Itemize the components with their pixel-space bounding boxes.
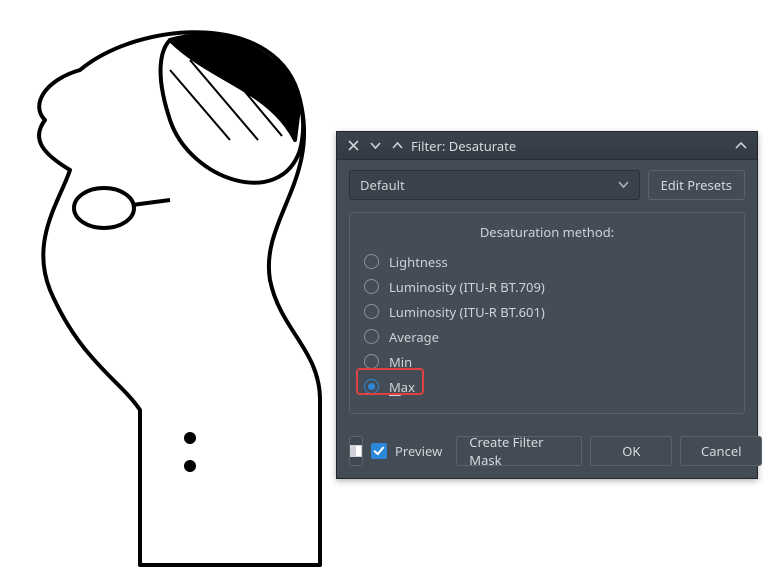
desaturation-group: Desaturation method: Lightness Luminosit…: [349, 212, 745, 414]
radio-icon: [364, 304, 379, 319]
preview-checkbox[interactable]: Preview: [371, 436, 448, 466]
checkbox-icon: [371, 443, 387, 459]
radio-label: Max: [389, 378, 415, 396]
radio-lightness[interactable]: Lightness: [360, 249, 734, 274]
preview-label: Preview: [395, 442, 442, 460]
radio-max[interactable]: Max: [360, 374, 734, 399]
dialog-body: Default Edit Presets Desaturation method…: [337, 160, 757, 436]
group-title: Desaturation method:: [360, 221, 734, 249]
radio-min[interactable]: Min: [360, 349, 734, 374]
split-icon: [350, 445, 362, 457]
dialog-title: Filter: Desaturate: [411, 137, 727, 155]
radio-luminosity-709[interactable]: Luminosity (ITU-R BT.709): [360, 274, 734, 299]
cancel-button[interactable]: Cancel: [680, 436, 762, 466]
edit-presets-button[interactable]: Edit Presets: [648, 170, 745, 200]
create-filter-mask-button[interactable]: Create Filter Mask: [456, 436, 582, 466]
radio-label: Luminosity (ITU-R BT.709): [389, 278, 545, 296]
filter-dialog: Filter: Desaturate Default Edit Presets …: [336, 131, 758, 479]
radio-label: Min: [389, 353, 412, 371]
close-icon[interactable]: [345, 138, 361, 154]
chevron-down-icon[interactable]: [367, 138, 383, 154]
dialog-titlebar[interactable]: Filter: Desaturate: [337, 132, 757, 160]
split-view-toggle[interactable]: [349, 436, 363, 466]
dialog-button-row: Preview Create Filter Mask OK Cancel: [337, 436, 757, 478]
radio-icon: [364, 329, 379, 344]
chevron-down-icon: [618, 176, 629, 194]
radio-label: Average: [389, 328, 439, 346]
radio-icon: [364, 379, 379, 394]
artwork-illustration: [20, 10, 360, 570]
radio-icon: [364, 279, 379, 294]
radio-label: Luminosity (ITU-R BT.601): [389, 303, 545, 321]
radio-average[interactable]: Average: [360, 324, 734, 349]
radio-label: Lightness: [389, 253, 448, 271]
radio-icon: [364, 254, 379, 269]
radio-luminosity-601[interactable]: Luminosity (ITU-R BT.601): [360, 299, 734, 324]
ok-button[interactable]: OK: [590, 436, 672, 466]
chevron-up-icon[interactable]: [389, 138, 405, 154]
preset-select-value: Default: [360, 176, 405, 194]
radio-icon: [364, 354, 379, 369]
collapse-icon[interactable]: [733, 138, 749, 154]
preset-select[interactable]: Default: [349, 170, 640, 200]
